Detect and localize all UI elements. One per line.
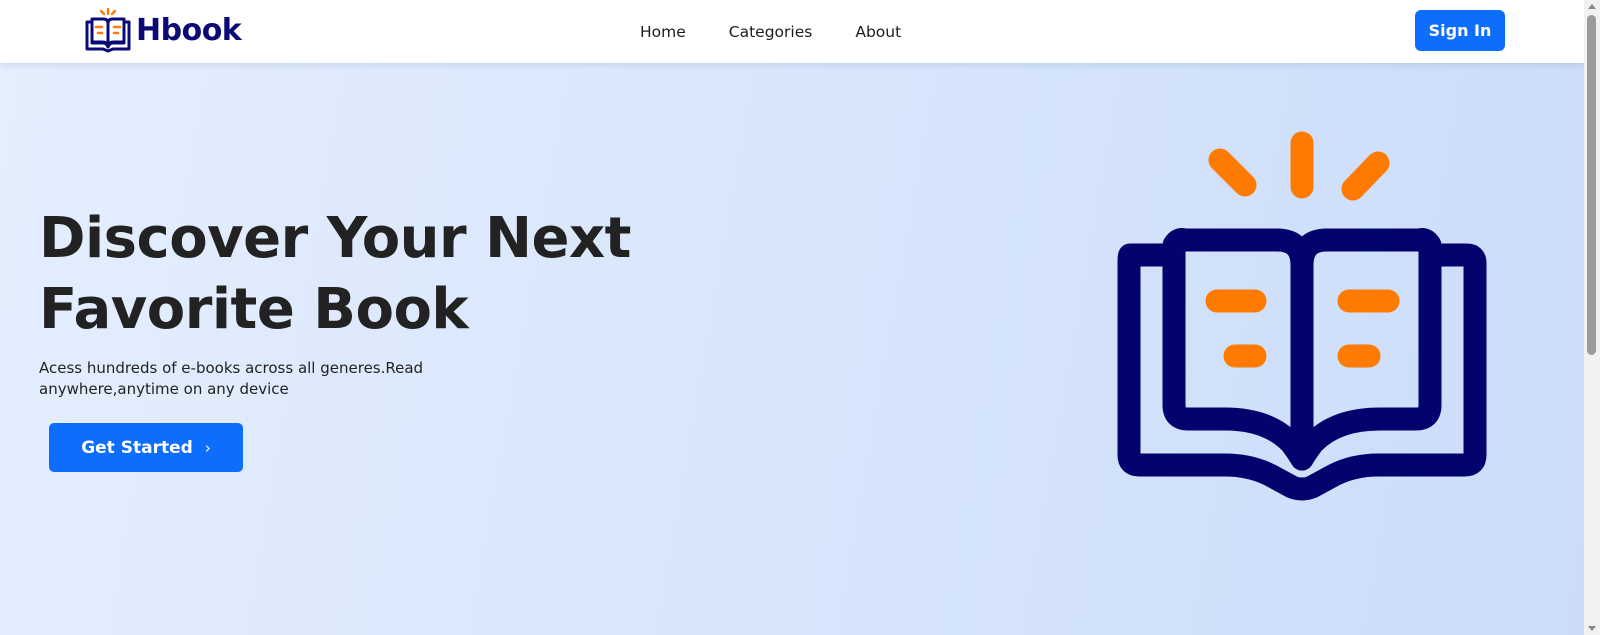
brand-name: Hbook	[136, 12, 242, 48]
vertical-scrollbar[interactable]	[1584, 0, 1600, 635]
nav-link-about[interactable]: About	[855, 23, 901, 41]
navbar: Hbook Home Categories About Sign In	[0, 0, 1584, 63]
nav-links: Home Categories About	[640, 0, 944, 63]
hero-subtitle: Acess hundreds of e-books across all gen…	[39, 359, 424, 398]
open-book-icon	[1117, 131, 1487, 501]
hero-title-line-2: Favorite Book	[39, 277, 469, 342]
sign-in-button[interactable]: Sign In	[1415, 10, 1505, 51]
scroll-up-icon[interactable]	[1588, 4, 1596, 9]
scroll-thumb[interactable]	[1587, 15, 1596, 355]
hero-title-line-1: Discover Your Next	[39, 206, 631, 271]
nav-link-categories[interactable]: Categories	[729, 23, 813, 41]
get-started-button[interactable]: Get Started ›	[49, 423, 243, 472]
get-started-label: Get Started	[81, 437, 193, 458]
scroll-down-icon[interactable]	[1588, 626, 1596, 631]
open-book-icon	[85, 7, 131, 53]
page: Hbook Home Categories About Sign In Disc…	[0, 0, 1600, 635]
hero-title: Discover Your Next Favorite Book	[39, 203, 631, 345]
nav-link-home[interactable]: Home	[640, 23, 686, 41]
chevron-right-icon: ›	[204, 438, 211, 457]
brand[interactable]: Hbook	[84, 7, 242, 53]
